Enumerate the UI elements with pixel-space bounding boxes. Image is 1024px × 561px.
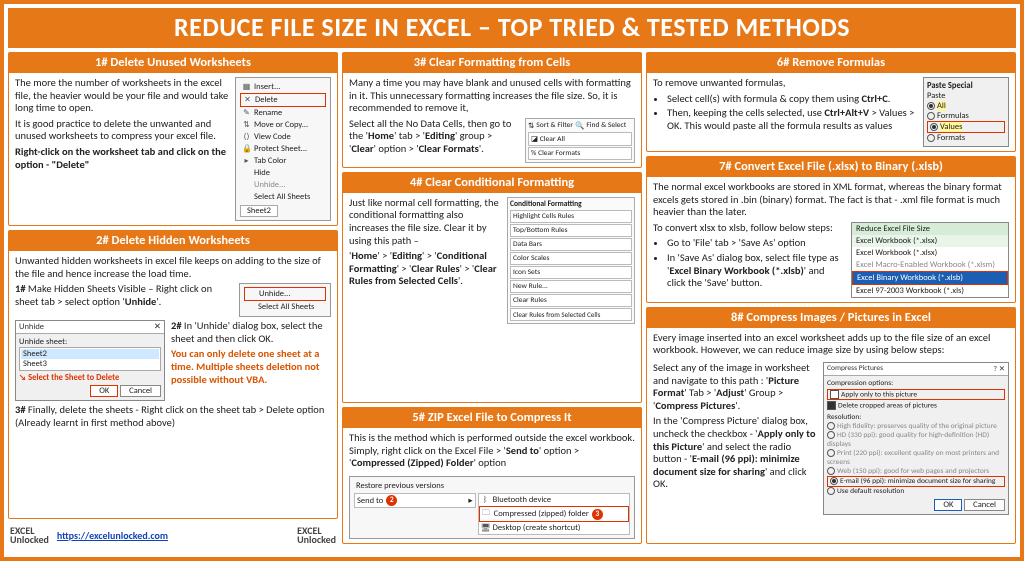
close-icon: ✕	[154, 322, 161, 332]
c2-step-2: 2# In 'Unhide' dialog box, select the sh…	[171, 320, 331, 345]
c5-text-1: This is the method which is performed ou…	[349, 432, 635, 470]
card-6-title: 6# Remove Formulas	[647, 53, 1015, 73]
card-7-title: 7# Convert Excel File (.xlsx) to Binary …	[647, 157, 1015, 177]
clear-ribbon-illustration: ⇅Sort & Filter 🔍Find & Select ◪ Clear Al…	[525, 118, 635, 163]
ok-button: OK	[90, 385, 118, 397]
c2-warning: You can only delete one sheet at a time.…	[171, 348, 331, 386]
saveas-list-illustration: Reduce Excel File Size Excel Workbook (*…	[851, 222, 1009, 298]
cancel-button: Cancel	[120, 385, 161, 397]
logo-right: EXCELUnlocked	[297, 526, 336, 544]
card-5-title: 5# ZIP Excel File to Compress It	[343, 408, 641, 428]
c7-step-1: Go to 'File' tab > 'Save As' option	[667, 237, 845, 250]
c3-text-2: Select all the No Data Cells, then go to…	[349, 118, 519, 156]
lock-icon: 🔒	[242, 144, 251, 154]
card-1-delete-unused: 1# Delete Unused Worksheets The more the…	[8, 52, 338, 226]
card-5-zip: 5# ZIP Excel File to Compress It This is…	[342, 407, 642, 544]
clear-rules-option: Clear Rules	[510, 294, 632, 307]
card-6-remove-formulas: 6# Remove Formulas To remove unwanted fo…	[646, 52, 1016, 152]
c1-text-3: Right-click on the worksheet tab and cli…	[15, 146, 229, 171]
sendto-menu-illustration: Restore previous versions Send to 2 ▸ ᛒB…	[349, 476, 635, 539]
zip-icon: 🗀	[482, 507, 491, 521]
content-grid: 1# Delete Unused Worksheets The more the…	[8, 52, 1016, 544]
rename-icon: ✎	[242, 108, 251, 118]
site-url[interactable]: https://excelunlocked.com	[57, 529, 168, 542]
paste-special-illustration: Paste Special Paste All Formulas Values …	[923, 77, 1009, 147]
logo-left: EXCELUnlocked	[10, 526, 49, 544]
c8-text-3: In the 'Compress Picture' dialog box, un…	[653, 415, 817, 491]
clear-formats-option: % Clear Formats	[528, 147, 632, 160]
cf-ribbon-illustration: Conditional Formatting Highlight Cells R…	[507, 197, 635, 324]
c6-step-2: Then, keeping the cells selected, use Ct…	[667, 107, 917, 132]
card-3-title: 3# Clear Formatting from Cells	[343, 53, 641, 73]
card-8-title: 8# Compress Images / Pictures in Excel	[647, 308, 1015, 328]
c2-step-3: 3# Finally, delete the sheets - Right cl…	[15, 404, 331, 429]
context-menu-illustration: ▦Insert... ✕Delete ✎Rename ⇅Move or Copy…	[235, 77, 331, 221]
c8-text-1: Every image inserted into an excel works…	[653, 332, 1009, 357]
step-2-badge: 2	[386, 495, 397, 506]
card-7-binary: 7# Convert Excel File (.xlsx) to Binary …	[646, 156, 1016, 303]
c4-text-2: 'Home' > 'Editing' > 'Conditional Format…	[349, 250, 501, 288]
ok-button: OK	[934, 499, 962, 511]
c1-text-1: The more the number of worksheets in the…	[15, 77, 229, 115]
card-4-conditional-formatting: 4# Clear Conditional Formatting Just lik…	[342, 172, 642, 403]
c4-text-1: Just like normal cell formatting, the co…	[349, 197, 501, 247]
c7-text-2: To convert xlsx to xlsb, follow below st…	[653, 222, 845, 235]
c6-step-1: Select cell(s) with formula & copy them …	[667, 93, 917, 106]
c7-text-1: The normal excel workbooks are stored in…	[653, 181, 1009, 219]
card-8-compress-images: 8# Compress Images / Pictures in Excel E…	[646, 307, 1016, 544]
footer: EXCELUnlocked https://excelunlocked.com …	[8, 526, 338, 544]
step-3-badge: 3	[592, 509, 603, 520]
sheet-tab: Sheet2	[240, 205, 278, 217]
card-1-title: 1# Delete Unused Worksheets	[9, 53, 337, 73]
xlsb-option-highlighted: Excel Binary Workbook (*.xlsb)	[852, 271, 1008, 285]
compress-pictures-dialog: Compress Pictures? ✕ Compression options…	[823, 362, 1009, 515]
c2-text-intro: Unwanted hidden worksheets in excel file…	[15, 255, 331, 280]
menu-delete-highlighted: ✕Delete	[240, 93, 326, 107]
c2-step-1: 1# Make Hidden Sheets Visible – Right cl…	[15, 283, 233, 308]
insert-icon: ▦	[242, 82, 251, 92]
c8-text-2: Select any of the image in worksheet and…	[653, 362, 817, 412]
delete-icon: ✕	[243, 95, 252, 105]
cancel-button: Cancel	[964, 499, 1005, 511]
card-2-delete-hidden: 2# Delete Hidden Worksheets Unwanted hid…	[8, 230, 338, 519]
unhide-dialog-illustration: Unhide✕ Unhide sheet: Sheet2 Sheet3 ↘ Se…	[15, 320, 165, 401]
card-2-title: 2# Delete Hidden Worksheets	[9, 231, 337, 251]
card-4-title: 4# Clear Conditional Formatting	[343, 173, 641, 193]
eraser-icon: ◪	[531, 135, 538, 144]
c1-text-2: It is good practice to delete the unwant…	[15, 118, 229, 143]
page-title: REDUCE FILE SIZE IN EXCEL – TOP TRIED & …	[8, 8, 1016, 48]
c7-step-2: In 'Save As' dialog box, select file typ…	[667, 252, 845, 290]
c3-text-1: Many a time you may have blank and unuse…	[349, 77, 635, 115]
unhide-menu-illustration: Unhide... Select All Sheets	[239, 283, 331, 317]
c6-text-1: To remove unwanted formulas,	[653, 77, 917, 90]
card-3-clear-formatting: 3# Clear Formatting from Cells Many a ti…	[342, 52, 642, 168]
